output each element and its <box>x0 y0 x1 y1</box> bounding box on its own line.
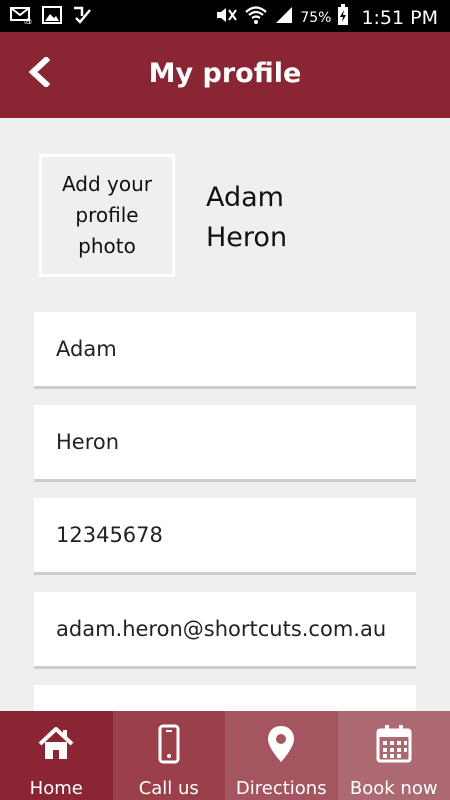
svg-text:@: @ <box>24 17 32 24</box>
check-notification-icon <box>72 6 92 28</box>
last-name-field[interactable]: Heron <box>34 405 416 482</box>
tab-home-label: Home <box>29 778 83 799</box>
tab-book-now-label: Book now <box>349 778 438 799</box>
tab-call-us-label: Call us <box>138 778 199 799</box>
tab-home[interactable]: Home <box>0 711 113 800</box>
location-pin-icon <box>261 723 301 770</box>
wifi-icon <box>244 5 268 30</box>
first-name-field[interactable]: Adam <box>34 312 416 389</box>
home-icon <box>36 723 76 770</box>
tab-directions-label: Directions <box>235 778 327 799</box>
battery-percent: 75% <box>300 9 332 26</box>
status-bar: @ 75% 1:51 PM <box>0 0 450 32</box>
clock: 1:51 PM <box>361 6 438 29</box>
profile-last-name: Heron <box>206 222 288 253</box>
phone-icon <box>149 723 189 770</box>
email-value: adam.heron@shortcuts.com.au <box>56 617 387 641</box>
tab-call-us[interactable]: Call us <box>112 711 225 800</box>
profile-name: Adam Heron <box>206 178 287 258</box>
phone-field[interactable]: 12345678 <box>34 498 416 575</box>
last-name-value: Heron <box>56 430 120 454</box>
email-notification-icon: @ <box>10 6 32 28</box>
add-profile-photo-button[interactable]: Add your profile photo <box>39 154 175 277</box>
image-notification-icon <box>42 6 62 28</box>
email-field[interactable]: adam.heron@shortcuts.com.au <box>34 592 416 669</box>
mute-icon <box>214 5 238 30</box>
battery-charging-icon <box>337 4 349 31</box>
tab-book-now[interactable]: Book now <box>337 711 450 800</box>
app-header: My profile <box>0 32 450 118</box>
signal-icon <box>274 5 294 30</box>
bottom-tab-bar: Home Call us Directions Book now <box>0 711 450 800</box>
add-photo-label: Add your profile photo <box>61 172 153 258</box>
phone-value: 12345678 <box>56 523 163 547</box>
first-name-value: Adam <box>56 337 117 361</box>
tab-directions[interactable]: Directions <box>225 711 338 800</box>
page-title: My profile <box>148 58 302 89</box>
profile-first-name: Adam <box>206 182 284 213</box>
calendar-icon <box>374 723 414 770</box>
